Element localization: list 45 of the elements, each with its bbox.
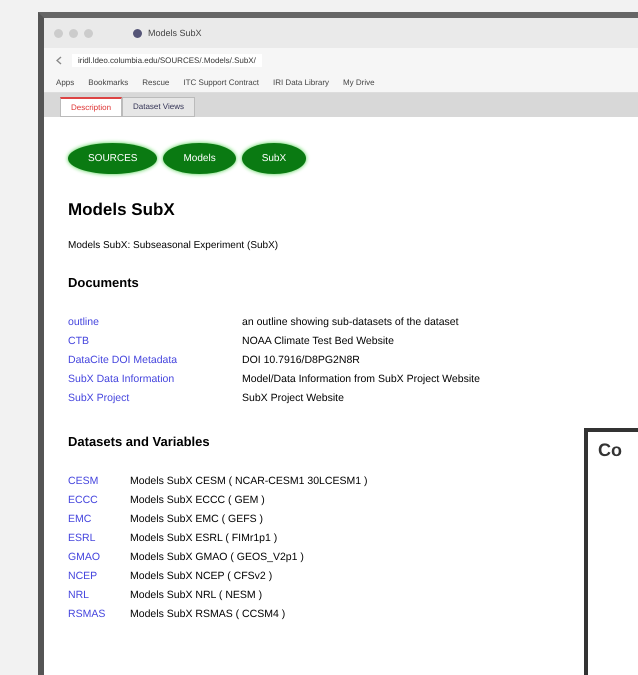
- dataset-link[interactable]: NRL: [68, 589, 126, 601]
- address-bar[interactable]: iridl.ldeo.columbia.edu/SOURCES/.Models/.SubX/: [72, 54, 262, 66]
- bookmark-item[interactable]: IRI Data Library: [272, 78, 329, 86]
- breadcrumb-button[interactable]: Models: [163, 143, 236, 174]
- bookmark-item[interactable]: My Drive: [343, 78, 375, 86]
- bookmark-item[interactable]: Bookmarks: [88, 78, 128, 86]
- page-tab[interactable]: Description: [60, 97, 122, 117]
- page-title: Models SubX: [68, 200, 176, 220]
- description-text: Models SubX: Subseasonal Experiment (SubX): [68, 240, 280, 251]
- dataset-description: Models SubX ESRL ( FIMr1p1 ): [130, 532, 278, 544]
- bookmark-item[interactable]: ITC Support Contract: [183, 78, 259, 86]
- dataset-link[interactable]: CESM: [68, 475, 126, 487]
- breadcrumb-button[interactable]: SOURCES: [68, 143, 158, 174]
- dataset-link[interactable]: ECCC: [68, 494, 126, 506]
- dataset-link[interactable]: NCEP: [68, 570, 126, 582]
- document-link[interactable]: outline: [68, 316, 238, 328]
- document-link[interactable]: CTB: [68, 335, 238, 347]
- popup-title: Co: [598, 440, 622, 461]
- dataset-link[interactable]: RSMAS: [68, 608, 126, 620]
- dataset-description: Models SubX NCEP ( CFSv2 ): [130, 570, 274, 582]
- document-description: an outline showing sub-datasets of the dataset: [242, 316, 460, 328]
- back-icon[interactable]: [56, 56, 62, 64]
- document-link[interactable]: DataCite DOI Metadata: [68, 354, 238, 366]
- breadcrumb-button[interactable]: SubX: [242, 143, 306, 174]
- dataset-description: Models SubX GMAO ( GEOS_V2p1 ): [130, 551, 305, 563]
- dataset-description: Models SubX RSMAS ( CCSM4 ): [130, 608, 286, 620]
- page-tab[interactable]: Dataset Views: [122, 97, 196, 117]
- dataset-link[interactable]: ESRL: [68, 532, 126, 544]
- document-description: Model/Data Information from SubX Project Website: [242, 373, 481, 385]
- section-heading: Documents: [68, 275, 140, 290]
- bookmark-item[interactable]: Apps: [56, 78, 74, 86]
- dataset-description: Models SubX CESM ( NCAR-CESM1 30LCESM1 ): [130, 475, 368, 487]
- document-link[interactable]: SubX Project: [68, 392, 238, 404]
- dataset-link[interactable]: EMC: [68, 513, 126, 525]
- browser-tab[interactable]: Models SubX: [133, 28, 202, 38]
- dataset-description: Models SubX NRL ( NESM ): [130, 589, 264, 601]
- dataset-description: Models SubX ECCC ( GEM ): [130, 494, 266, 506]
- document-description: SubX Project Website: [242, 392, 345, 404]
- section-heading: Datasets and Variables: [68, 434, 211, 449]
- dataset-link[interactable]: GMAO: [68, 551, 126, 563]
- dataset-description: Models SubX EMC ( GEFS ): [130, 513, 264, 525]
- bookmark-item[interactable]: Rescue: [142, 78, 170, 86]
- document-description: NOAA Climate Test Bed Website: [242, 335, 395, 347]
- document-link[interactable]: SubX Data Information: [68, 373, 238, 385]
- document-description: DOI 10.7916/D8PG2N8R: [242, 354, 361, 366]
